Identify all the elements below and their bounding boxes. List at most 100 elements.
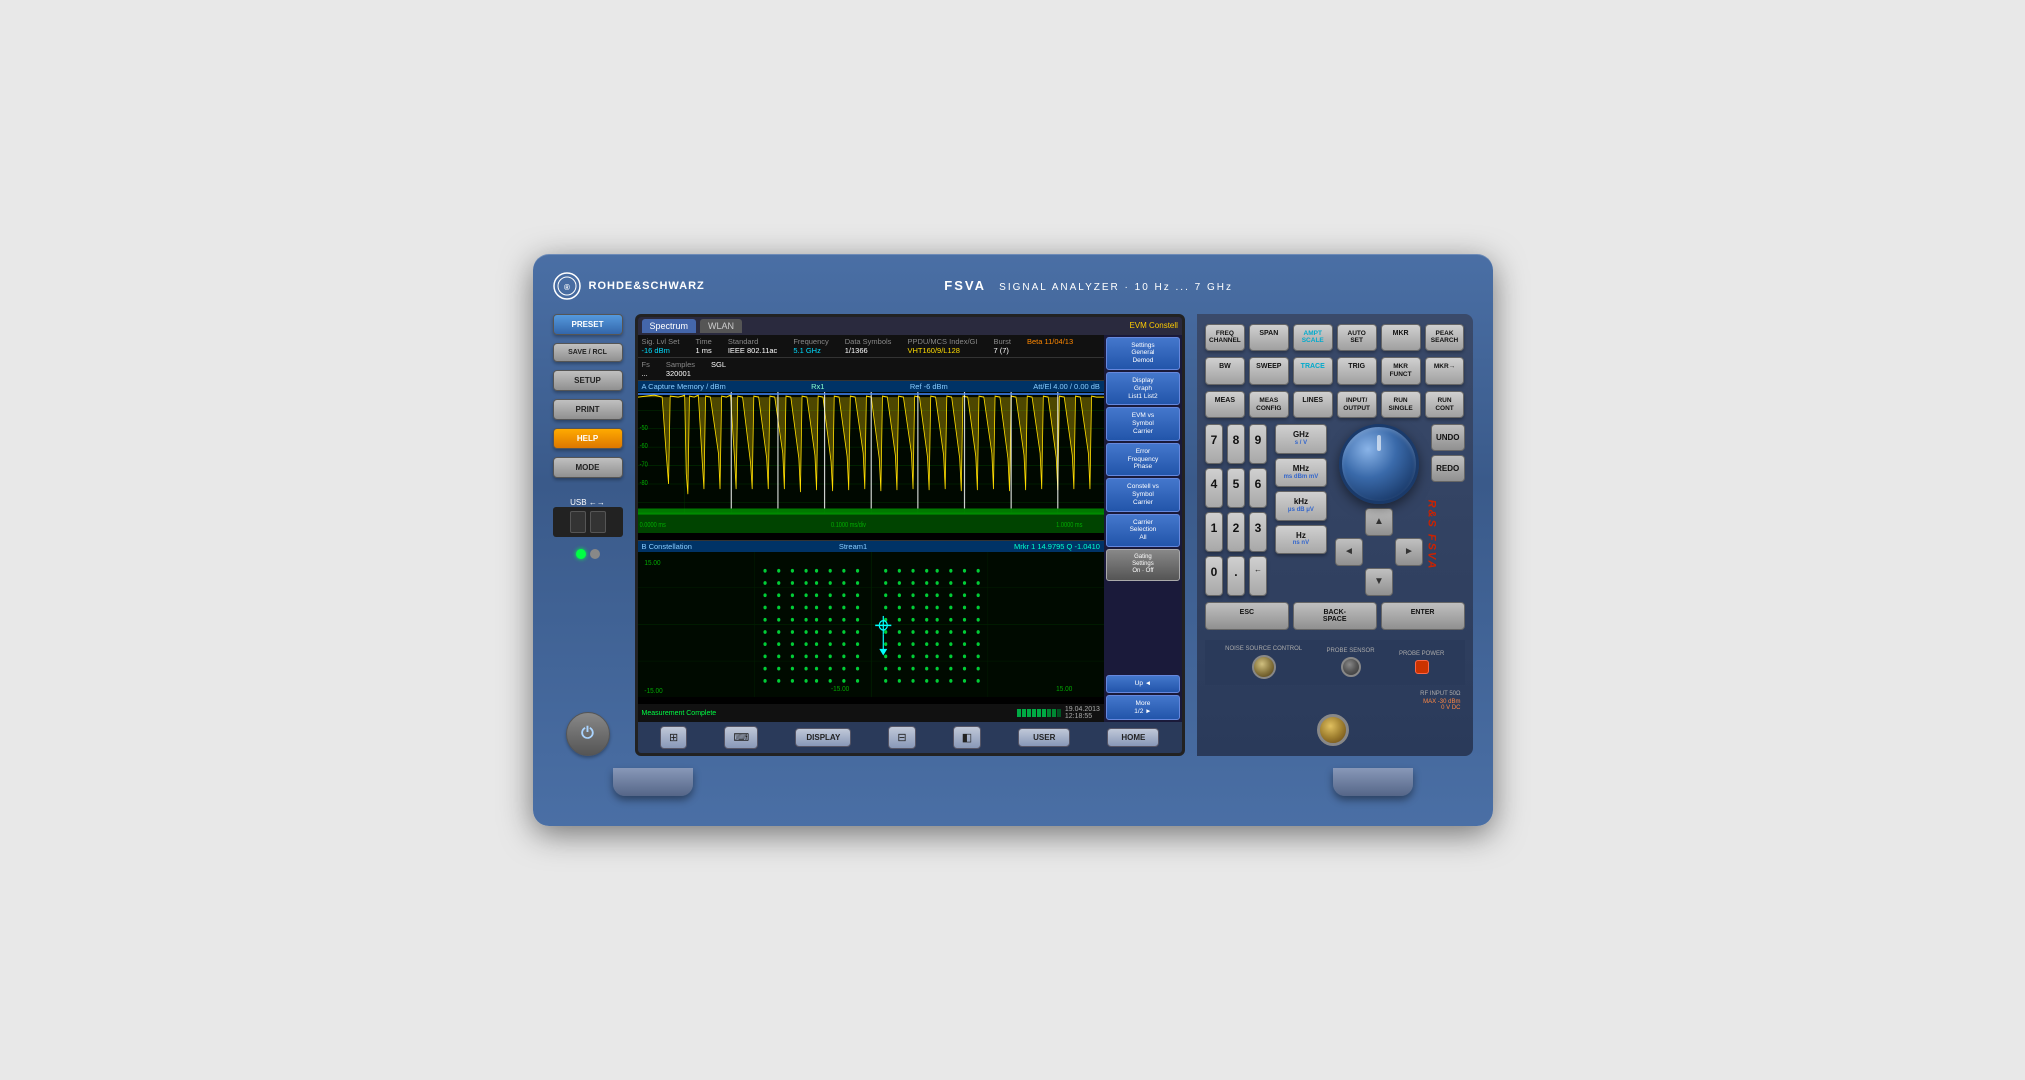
num-4[interactable]: 4	[1205, 468, 1223, 508]
ampt-scale-button[interactable]: AMPTSCALE	[1293, 324, 1333, 352]
constellation-svg: 15.00 -15.00 -15.00 15.00	[638, 552, 1104, 698]
peak-search-button[interactable]: PEAKSEARCH	[1425, 324, 1465, 352]
num-7[interactable]: 7	[1205, 424, 1223, 464]
softkey-constell[interactable]: Constell vsSymbolCarrier	[1106, 478, 1180, 511]
status-time: 12:18:55	[1065, 713, 1100, 720]
backspace-button[interactable]: BACK-SPACE	[1293, 602, 1377, 630]
meas-config-button[interactable]: MEASCONFIG	[1249, 391, 1289, 419]
chart-a-att: Att/El 4.00 / 0.00 dB	[1033, 382, 1100, 391]
num-8[interactable]: 8	[1227, 424, 1245, 464]
power-button[interactable]: ⏻	[566, 712, 610, 756]
numpad: 7 8 9 4 5 6 1 2 3 0 . ←	[1205, 424, 1267, 596]
screen-tab-bar: Spectrum WLAN EVM Constell	[638, 317, 1182, 335]
sweep-button[interactable]: SWEEP	[1249, 357, 1289, 385]
trig-button[interactable]: TRIG	[1337, 357, 1377, 385]
num-0[interactable]: 0	[1205, 556, 1223, 596]
mkr-arrow-button[interactable]: MKR→	[1425, 357, 1465, 385]
top-button-row-2: BW SWEEP TRACE TRIG MKRFUNCT MKR→	[1205, 357, 1465, 385]
sig-lvl-info: Sig. Lvl Set -16 dBm	[642, 337, 680, 355]
split-button[interactable]: ⊟	[888, 726, 915, 749]
softkey-evm-symbol[interactable]: EVM vsSymbolCarrier	[1106, 407, 1180, 440]
connectors-row: NOISE SOURCE CONTROL PROBE SENSOR PROBE …	[1205, 640, 1465, 685]
softkey-error-freq[interactable]: ErrorFrequencyPhase	[1106, 443, 1180, 476]
arrow-keys: ▲ ◄ ► ▼	[1335, 508, 1423, 596]
softkey-more[interactable]: More1/2 ►	[1106, 695, 1180, 721]
num-1[interactable]: 1	[1205, 512, 1223, 552]
arrow-empty-br	[1395, 568, 1423, 596]
mkr-funct-button[interactable]: MKRFUNCT	[1381, 357, 1421, 385]
num-backspace[interactable]: ←	[1249, 556, 1267, 596]
bw-button[interactable]: BW	[1205, 357, 1245, 385]
lines-button[interactable]: LINES	[1293, 391, 1333, 419]
run-cont-button[interactable]: RUNCONT	[1425, 391, 1465, 419]
meas-button[interactable]: MEAS	[1205, 391, 1245, 419]
time-info: Time 1 ms	[695, 337, 711, 355]
num-5[interactable]: 5	[1227, 468, 1245, 508]
unit-ghz[interactable]: GHzs / V	[1275, 424, 1327, 453]
knob-section: ▲ ◄ ► ▼	[1335, 424, 1423, 596]
num-dot[interactable]: .	[1227, 556, 1245, 596]
windows-button[interactable]: ⊞	[660, 726, 687, 749]
mkr-button[interactable]: MKR	[1381, 324, 1421, 352]
arrow-down[interactable]: ▼	[1365, 568, 1393, 596]
usb-port-1[interactable]	[570, 511, 586, 533]
esc-button[interactable]: ESC	[1205, 602, 1289, 630]
num-6[interactable]: 6	[1249, 468, 1267, 508]
input-output-button[interactable]: INPUT/OUTPUT	[1337, 391, 1377, 419]
status-indicator	[590, 549, 600, 559]
chart-b-title: B Constellation	[642, 542, 692, 551]
freq-channel-button[interactable]: FREQCHANNEL	[1205, 324, 1245, 352]
run-single-button[interactable]: RUNSINGLE	[1381, 391, 1421, 419]
num-9[interactable]: 9	[1249, 424, 1267, 464]
softkey-display[interactable]: DisplayGraphList1 List2	[1106, 372, 1180, 405]
arrow-empty-tl	[1335, 508, 1363, 536]
print-button[interactable]: PRINT	[553, 399, 623, 420]
usb-port-2[interactable]	[590, 511, 606, 533]
top-button-row-1: FREQCHANNEL SPAN AMPTSCALE AUTOSET MKR P…	[1205, 324, 1465, 352]
arrow-right[interactable]: ►	[1395, 538, 1423, 566]
auto-set-button[interactable]: AUTOSET	[1337, 324, 1377, 352]
num-3[interactable]: 3	[1249, 512, 1267, 552]
keyboard-button[interactable]: ⌨	[724, 726, 758, 749]
main-knob[interactable]	[1339, 424, 1419, 504]
arrow-left[interactable]: ◄	[1335, 538, 1363, 566]
arrow-up[interactable]: ▲	[1365, 508, 1393, 536]
status-message: Measurement Complete	[642, 710, 717, 717]
display-button[interactable]: DISPLAY	[795, 728, 851, 747]
unit-hz[interactable]: Hzns nV	[1275, 525, 1327, 554]
tab-spectrum[interactable]: Spectrum	[642, 319, 697, 333]
mode-button[interactable]: MODE	[553, 457, 623, 478]
spectrum-svg: -50 -60 -70 -80	[638, 392, 1104, 533]
span-button[interactable]: SPAN	[1249, 324, 1289, 352]
fs-info: Fs ...	[642, 360, 650, 378]
rf-input-section: RF INPUT 50Ω MAX -30 dBm0 V DC	[1205, 691, 1465, 746]
num-2[interactable]: 2	[1227, 512, 1245, 552]
softkey-settings[interactable]: SettingsGeneralDemod	[1106, 337, 1180, 370]
redo-button[interactable]: REDO	[1431, 455, 1465, 482]
unit-keys: GHzs / V MHzms dBm mV kHzμs dB μV Hzns n…	[1275, 424, 1327, 596]
softkey-carrier-sel[interactable]: CarrierSelectionAll	[1106, 514, 1180, 547]
instrument-body: ® ROHDE&SCHWARZ FSVA SIGNAL ANALYZER · 1…	[533, 254, 1493, 827]
setup-button[interactable]: SETUP	[553, 370, 623, 391]
help-button[interactable]: HELP	[553, 428, 623, 449]
svg-text:-70: -70	[639, 461, 647, 469]
user-button[interactable]: USER	[1018, 728, 1070, 747]
preset-button[interactable]: PRESET	[553, 314, 623, 335]
arrow-empty-tr	[1395, 508, 1423, 536]
unit-mhz[interactable]: MHzms dBm mV	[1275, 458, 1327, 487]
save-rcl-button[interactable]: SAVE / RCL	[553, 343, 623, 362]
unit-khz[interactable]: kHzμs dB μV	[1275, 491, 1327, 520]
trace-button[interactable]: TRACE	[1293, 357, 1333, 385]
home-button[interactable]: HOME	[1107, 728, 1159, 747]
screen-display: Spectrum WLAN EVM Constell Sig. Lvl Set …	[638, 317, 1182, 754]
tab-wlan[interactable]: WLAN	[700, 319, 742, 333]
layout-button[interactable]: ◧	[953, 726, 981, 749]
screen-area: Spectrum WLAN EVM Constell Sig. Lvl Set …	[635, 314, 1185, 757]
screen-toolbar: ⊞ ⌨ DISPLAY ⊟ ◧ USER HOME	[638, 722, 1182, 753]
standard-info: Standard IEEE 802.11ac	[728, 337, 777, 355]
softkey-up[interactable]: Up ◄	[1106, 675, 1180, 693]
softkey-gating[interactable]: GatingSettingsOn · Off	[1106, 549, 1180, 581]
evm-tab[interactable]: EVM Constell	[1129, 321, 1177, 330]
undo-button[interactable]: UNDO	[1431, 424, 1465, 451]
enter-button[interactable]: ENTER	[1381, 602, 1465, 630]
